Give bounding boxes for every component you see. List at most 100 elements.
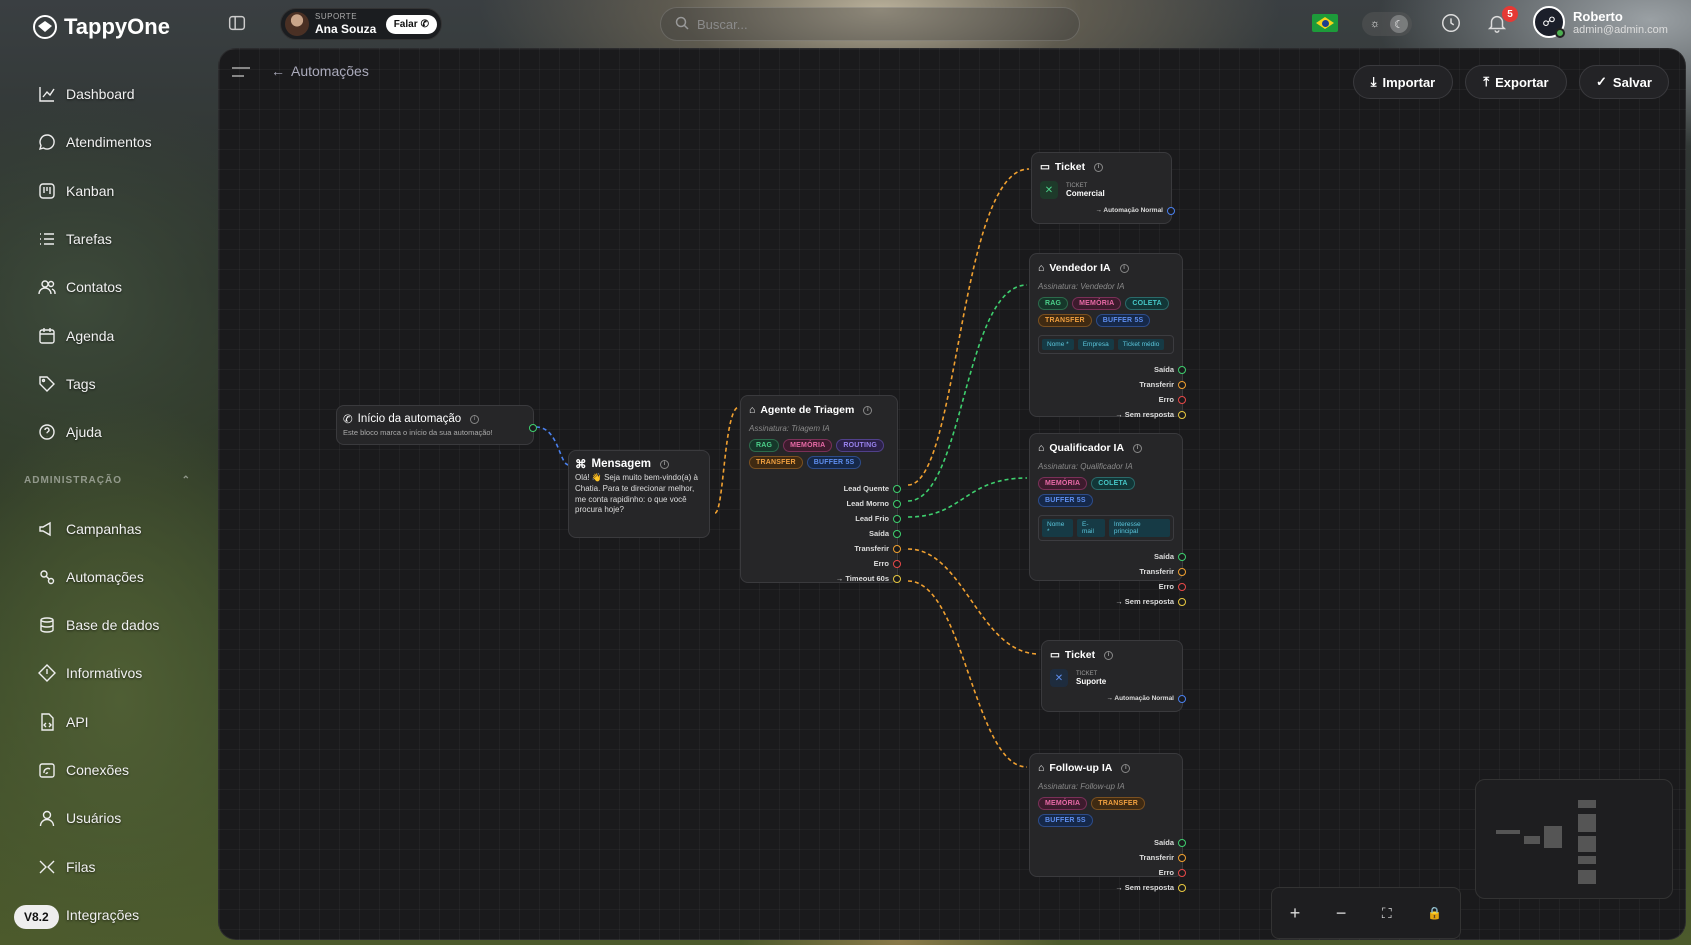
output-lead-quente[interactable]: Lead Quente [741,481,901,496]
triage-agent-node[interactable]: ⌂ Agente de Triagem i Assinatura: Triagem … [740,395,901,586]
output-handle[interactable] [893,574,901,583]
output-transferir[interactable]: Transferir [741,541,901,556]
info-icon[interactable]: i [1104,650,1114,660]
brazil-flag-icon[interactable] [1312,14,1338,32]
start-node-handle[interactable] [525,420,537,435]
bell-icon[interactable]: 5 [1486,6,1518,36]
sidebar-toggle-icon[interactable] [226,12,250,36]
lock-icon[interactable]: 🔒 [1427,906,1442,920]
output-transferir[interactable]: Transferir [1030,850,1186,865]
sidebar-item-campanhas[interactable]: Campanhas [0,504,215,552]
talk-button[interactable]: Falar ✆ [385,14,437,34]
sidebar-item-conexoes[interactable]: Conexões [0,746,215,794]
ticket-node-suporte[interactable]: ▭ Ticket i ✕ TICKET Suporte → Automação Norm… [1041,640,1186,712]
output-handle[interactable] [1178,582,1186,591]
followup-ai-node[interactable]: ⌂ Follow-up IA i Assinatura: Follow-up IA … [1029,753,1186,892]
output-handle[interactable] [1178,410,1186,419]
sun-icon[interactable]: ☼ [1366,15,1384,33]
sidebar-item-agenda[interactable]: Agenda [0,311,215,359]
sidebar-item-tags[interactable]: Tags [0,360,215,408]
breadcrumb[interactable]: ← Automações [271,63,369,79]
output-erro[interactable]: Erro [1030,865,1186,880]
zoom-out-icon[interactable]: − [1336,903,1347,924]
qualifier-ai-node[interactable]: ⌂ Qualificador IA i Assinatura: Qualificad… [1029,433,1186,606]
sidebar-item-atendimentos[interactable]: Atendimentos [0,118,215,166]
admin-section-title[interactable]: ADMINISTRAÇÃO ⌃ [0,456,215,504]
output-sem-resposta[interactable]: → Sem resposta [1030,880,1186,895]
output-erro[interactable]: Erro [1030,392,1186,407]
info-icon[interactable]: i [1094,162,1104,172]
sidebar-item-tarefas[interactable]: Tarefas [0,215,215,263]
import-button[interactable]: ⤓ Importar [1353,65,1453,99]
seller-ai-node[interactable]: ⌂ Vendedor IA i Assinatura: Vendedor IA RA… [1029,253,1186,419]
sidebar-item-api[interactable]: API [0,698,215,746]
output-handle[interactable] [893,529,901,538]
output-lead-frio[interactable]: Lead Frio [741,511,901,526]
minimap[interactable] [1475,779,1673,899]
output-handle[interactable] [1167,206,1175,215]
output-handle[interactable] [893,514,901,523]
output-lead-morno[interactable]: Lead Morno [741,496,901,511]
info-icon[interactable]: i [863,405,873,415]
output-saida[interactable]: Saída [741,526,901,541]
automation-canvas[interactable]: ← Automações ⤓ Importar ⤒ Exportar ✓ Salvar… [218,48,1686,940]
moon-icon[interactable]: ☾ [1390,15,1408,33]
output-handle[interactable] [1178,868,1186,877]
output-handle[interactable] [1178,380,1186,389]
sidebar-item-contatos[interactable]: Contatos [0,263,215,311]
output-handle[interactable] [893,544,901,553]
output-erro[interactable]: Erro [1030,579,1186,594]
message-node[interactable]: ⌘ Mensagem i Olá! 👋 Seja muito bem-vindo(a… [568,450,710,538]
output-handle[interactable] [893,559,901,568]
sidebar-item-filas[interactable]: Filas [0,842,215,890]
sidebar-item-dashboard[interactable]: Dashboard [0,70,215,118]
ticket-output[interactable]: → Automação Normal [1042,691,1186,706]
output-sem-resposta[interactable]: → Sem resposta [1030,407,1186,422]
app-logo[interactable]: TappyOne [32,14,170,40]
info-icon[interactable]: i [1133,443,1143,453]
theme-toggle[interactable]: ☼ ☾ [1362,12,1412,36]
output-transferir[interactable]: Transferir [1030,377,1186,392]
output-handle[interactable] [893,484,901,493]
search-input[interactable] [697,16,1037,32]
save-button[interactable]: ✓ Salvar [1579,65,1669,99]
output-saida[interactable]: Saída [1030,362,1186,377]
output-saida[interactable]: Saída [1030,549,1186,564]
sidebar-item-informativos[interactable]: Informativos [0,649,215,697]
search-bar[interactable] [660,7,1080,41]
chevron-up-icon[interactable]: ⌃ [182,475,191,486]
output-handle[interactable] [1178,838,1186,847]
output-erro[interactable]: Erro [741,556,901,571]
start-node[interactable]: ✆ Início da automação i Este bloco marca o… [336,405,537,445]
sidebar-item-kanban[interactable]: Kanban [0,167,215,215]
output-handle[interactable] [1178,552,1186,561]
output-sem-resposta[interactable]: → Sem resposta [1030,594,1186,609]
ticket-node-comercial[interactable]: ▭ Ticket i ✕ TICKET Comercial → Automação No… [1031,152,1175,224]
output-handle[interactable] [1178,567,1186,576]
info-icon[interactable]: i [1121,763,1131,773]
back-arrow-icon[interactable]: ← [271,63,285,79]
user-menu[interactable]: ☍ Roberto admin@admin.com [1533,6,1668,38]
output-handle[interactable] [1178,853,1186,862]
export-button[interactable]: ⤒ Exportar [1465,65,1567,99]
output-handle[interactable] [1178,694,1186,703]
output-timeout[interactable]: → Timeout 60s [741,571,901,586]
info-icon[interactable]: i [1119,263,1129,273]
output-transferir[interactable]: Transferir [1030,564,1186,579]
output-saida[interactable]: Saída [1030,835,1186,850]
sidebar-item-automacoes[interactable]: Automações [0,553,215,601]
menu-icon[interactable] [231,65,251,79]
fit-view-icon[interactable]: ⛶ [1382,905,1392,922]
output-handle[interactable] [1178,597,1186,606]
output-handle[interactable] [1178,883,1186,892]
info-icon[interactable]: i [659,459,669,469]
info-icon[interactable]: i [470,414,480,424]
sidebar-item-base-de-dados[interactable]: Base de dados [0,601,215,649]
output-handle[interactable] [893,499,901,508]
sidebar-item-ajuda[interactable]: Ajuda [0,408,215,456]
sidebar-item-usuarios[interactable]: Usuários [0,794,215,842]
history-icon[interactable] [1440,12,1464,36]
output-handle[interactable] [1178,365,1186,374]
ticket-output[interactable]: → Automação Normal [1032,203,1175,218]
output-handle[interactable] [1178,395,1186,404]
